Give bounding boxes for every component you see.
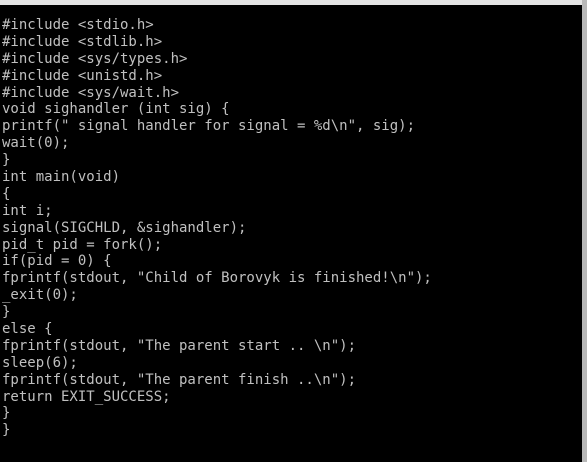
code-line: #include <stdlib.h> [2, 33, 163, 50]
code-line: else { [2, 321, 53, 338]
code-line: #include <sys/types.h> [2, 50, 188, 67]
code-line: #include <stdio.h> [2, 17, 154, 33]
code-line: int main(void) [2, 169, 121, 186]
code-line: } [2, 405, 11, 422]
code-line: signal(SIGCHLD, &sighandler); [2, 219, 247, 236]
code-line: fprintf(stdout, "The parent start .. \n"… [2, 337, 357, 354]
code-line: int i; [2, 202, 53, 219]
code-line: sleep(6); [2, 354, 78, 371]
code-line: #include <sys/wait.h> [2, 84, 180, 101]
code-line: _exit(0); [2, 287, 78, 304]
code-line: fprintf(stdout, "The parent finish ..\n"… [2, 371, 357, 388]
code-line: wait(0); [2, 135, 70, 152]
code-line: } [2, 422, 11, 439]
window-top-border [0, 0, 587, 5]
code-line: if(pid = 0) { [2, 253, 112, 270]
terminal-window[interactable]: #include <stdio.h> #include <stdlib.h> #… [0, 0, 587, 462]
code-text-area[interactable]: #include <stdio.h> #include <stdlib.h> #… [2, 17, 580, 457]
code-line: #include <unistd.h> [2, 67, 163, 84]
code-line: printf(" signal handler for signal = %d\… [2, 118, 416, 135]
code-line: { [2, 185, 11, 202]
window-scrollbar[interactable] [582, 0, 587, 462]
code-line: } [2, 152, 11, 169]
code-line: fprintf(stdout, "Child of Borovyk is fin… [2, 270, 432, 287]
code-line: pid_t pid = fork(); [2, 236, 163, 253]
code-line: void sighandler (int sig) { [2, 101, 230, 118]
code-line: } [2, 304, 11, 321]
code-line: return EXIT_SUCCESS; [2, 388, 171, 405]
